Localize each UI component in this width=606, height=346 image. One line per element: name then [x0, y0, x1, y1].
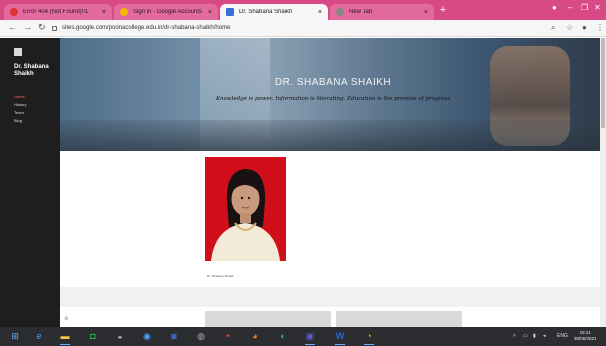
content-card	[336, 311, 462, 327]
content-card	[205, 311, 331, 327]
tab-error-404[interactable]: Error 404 (Not Found)!!1 ×	[4, 4, 112, 20]
hero-background-desk	[60, 120, 606, 151]
scrollbar-thumb[interactable]	[601, 38, 605, 128]
profile-photo	[205, 157, 286, 261]
battery-icon[interactable]: ▮	[533, 333, 536, 339]
app-icon[interactable]: ◉	[140, 329, 154, 343]
photo-caption: Dr. Shabana Shaikh	[207, 274, 234, 278]
teams-icon[interactable]: ▣	[303, 329, 317, 345]
address-bar[interactable]: sites.google.com/poonacollege.edu.in/dr-…	[52, 22, 542, 34]
window-close-icon[interactable]: ✕	[594, 3, 601, 12]
hero-title: DR. SHABANA SHAIKH	[274, 77, 392, 88]
nav-item-blog[interactable]: Blog	[14, 118, 22, 123]
chrome-icon	[336, 8, 344, 16]
lock-icon	[52, 25, 57, 31]
internet-explorer-icon[interactable]: e	[32, 329, 46, 343]
search-icon[interactable]: ⌕	[551, 23, 555, 33]
word-icon[interactable]: W	[333, 329, 347, 345]
site-sidebar: Dr. Shabana Shaikh Home History Team Blo…	[0, 38, 60, 327]
settings-icon[interactable]: ⚙	[64, 316, 68, 322]
hero-quote: Knowledge is power. Information is liber…	[215, 96, 451, 102]
tab-label: New Tab	[349, 9, 373, 15]
reload-icon[interactable]: ↻	[38, 22, 46, 33]
hero-banner: DR. SHABANA SHAIKH Knowledge is power. I…	[60, 38, 606, 151]
content-section-band	[60, 287, 606, 307]
nav-item-history[interactable]: History	[14, 102, 26, 107]
menu-icon[interactable]: ⋮	[596, 23, 604, 32]
site-logo[interactable]	[14, 48, 22, 56]
tab-label: Sign in - Google Accounts	[133, 9, 203, 15]
minimize-icon[interactable]: –	[568, 3, 572, 12]
store-icon[interactable]: ◘	[86, 329, 100, 343]
site-title[interactable]: Dr. Shabana Shaikh	[14, 64, 58, 78]
tab-new-tab[interactable]: New Tab ×	[330, 4, 434, 20]
nav-item-home[interactable]: Home	[14, 94, 25, 99]
tab-label: Error 404 (Not Found)!!1	[23, 9, 89, 15]
windows-taskbar: ⊞ e ▬ ◘ ◒ ◉ ◙ ◍ ◓ ◕ ◐ ▣ W ◔ ˄ ▭ ▮ ◂ ENG …	[0, 327, 606, 346]
network-icon[interactable]: ▭	[523, 333, 528, 339]
browser-tab-strip: Error 404 (Not Found)!!1 × Sign in - Goo…	[0, 0, 606, 20]
chrome-icon[interactable]: ◔	[362, 329, 376, 345]
windows-start-icon[interactable]: ⊞	[8, 329, 22, 343]
firefox-icon[interactable]: ◕	[248, 329, 262, 343]
app-icon[interactable]: ◓	[221, 329, 235, 343]
tab-google-signin[interactable]: Sign in - Google Accounts ×	[114, 4, 218, 20]
nav-item-team[interactable]: Team	[14, 110, 24, 115]
clock-date: 30/06/2021	[574, 336, 597, 341]
back-arrow-icon[interactable]: ←	[8, 22, 17, 32]
language-indicator[interactable]: ENG	[557, 333, 568, 339]
profile-icon[interactable]: ●	[552, 3, 557, 12]
close-icon[interactable]: ×	[318, 9, 322, 16]
app-icon[interactable]: ◙	[167, 329, 181, 343]
tray-chevron-icon[interactable]: ˄	[513, 333, 516, 339]
tab-label: Dr. Shabana Shaikh	[239, 9, 293, 15]
forward-arrow-icon[interactable]: →	[23, 22, 32, 32]
error-icon	[10, 8, 18, 16]
maximize-icon[interactable]: ❐	[581, 3, 588, 12]
close-icon[interactable]: ×	[208, 9, 212, 16]
google-sites-icon	[226, 8, 234, 16]
volume-icon[interactable]: ◂	[543, 333, 546, 339]
media-icon[interactable]: ◒	[113, 329, 127, 343]
file-explorer-icon[interactable]: ▬	[58, 329, 72, 345]
taskbar-clock[interactable]: 15:21 30/06/2021	[574, 330, 597, 342]
page-scrollbar[interactable]	[600, 38, 606, 327]
close-icon[interactable]: ×	[102, 9, 106, 16]
browser-toolbar: ← → ↻ sites.google.com/poonacollege.edu.…	[0, 20, 606, 37]
star-icon[interactable]: ☆	[566, 23, 573, 32]
close-icon[interactable]: ×	[424, 9, 428, 16]
new-tab-button[interactable]: +	[437, 4, 449, 16]
app-icon[interactable]: ◍	[194, 329, 208, 343]
edge-icon[interactable]: ◐	[276, 329, 290, 343]
tab-dr-shabana-shaikh[interactable]: Dr. Shabana Shaikh ×	[220, 4, 328, 20]
google-icon	[120, 8, 128, 16]
account-icon[interactable]: ●	[582, 23, 587, 32]
url-text: sites.google.com/poonacollege.edu.in/dr-…	[62, 25, 231, 31]
